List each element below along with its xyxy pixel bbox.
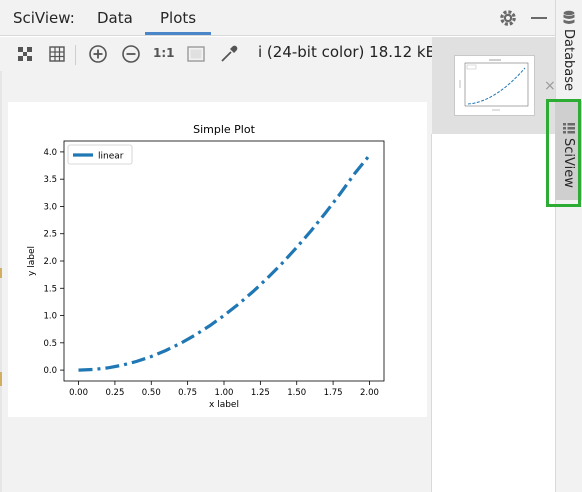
- zoom-out-icon[interactable]: [120, 43, 142, 65]
- y-tick-label: 1.5: [43, 284, 57, 294]
- y-tick-label: 0.5: [43, 339, 57, 349]
- image-info: і (24-bit color) 18.12 kB: [258, 43, 436, 61]
- thumbnail-panel-background: [432, 134, 555, 492]
- close-thumbnail-icon[interactable]: ×: [544, 78, 556, 94]
- tab-plots[interactable]: Plots: [160, 9, 196, 27]
- minimize-icon[interactable]: [531, 17, 547, 19]
- editor-gutter: [0, 71, 2, 492]
- y-tick-label: 3.5: [43, 175, 57, 185]
- y-tick-label: 0.0: [43, 366, 57, 376]
- x-axis-label: x label: [209, 400, 239, 410]
- x-tick-label: 1.00: [215, 388, 234, 398]
- y-tick-label: 2.5: [43, 230, 57, 240]
- series-line: [78, 154, 371, 372]
- axes-frame: [63, 140, 385, 382]
- x-tick-label: 0.25: [105, 388, 124, 398]
- thumbnail-panel: [432, 37, 555, 134]
- thumbnail-chart: [459, 59, 529, 111]
- chart-title: Simple Plot: [193, 123, 255, 136]
- x-tick-label: 1.50: [287, 388, 306, 398]
- database-tab-label: Database: [561, 29, 576, 92]
- sciview-window: SciView: Data Plots 1:1 і (24-bit color)…: [0, 0, 582, 492]
- toolbar-separator: [75, 45, 76, 65]
- gutter-marker: [0, 268, 2, 278]
- fit-screen-icon[interactable]: [14, 43, 36, 65]
- actual-size-icon[interactable]: 1:1: [153, 46, 175, 60]
- x-tick-label: 0.00: [69, 388, 88, 398]
- sciview-tab-highlight: [546, 99, 581, 207]
- tab-data[interactable]: Data: [97, 9, 133, 27]
- x-tick-label: 2.00: [360, 388, 379, 398]
- x-tick-label: 0.75: [178, 388, 197, 398]
- plot-image: Simple Plot x label y label 0.00 0.25 0.50 0.7…: [8, 102, 427, 417]
- zoom-in-icon[interactable]: [87, 43, 109, 65]
- background-toggle-icon[interactable]: [185, 43, 207, 65]
- y-tick-label: 3.0: [43, 202, 57, 212]
- plot-toolbar: 1:1 і (24-bit color) 18.12 kB: [0, 37, 436, 71]
- gutter-marker: [0, 372, 2, 386]
- grid-icon[interactable]: [46, 43, 68, 65]
- database-tool-tab[interactable]: Database: [555, 10, 582, 94]
- y-tick-label: 2.0: [43, 257, 57, 267]
- color-picker-icon[interactable]: [218, 43, 240, 65]
- x-tick-label: 0.50: [142, 388, 161, 398]
- gear-icon[interactable]: [498, 8, 518, 28]
- panel-title: SciView:: [13, 9, 75, 27]
- plot-thumbnail[interactable]: [454, 55, 535, 116]
- y-tick-label: 4.0: [43, 148, 57, 158]
- legend-label: linear: [98, 152, 124, 162]
- line-chart: Simple Plot x label y label 0.00 0.25 0.50 0.7…: [27, 123, 385, 410]
- y-axis-label: y label: [27, 246, 37, 276]
- database-icon: [563, 10, 574, 24]
- active-tab-indicator: [145, 32, 211, 35]
- y-tick-label: 1.0: [43, 312, 57, 322]
- sciview-header: SciView: Data Plots: [0, 0, 555, 36]
- x-tick-label: 1.25: [251, 388, 270, 398]
- x-tick-label: 1.75: [324, 388, 343, 398]
